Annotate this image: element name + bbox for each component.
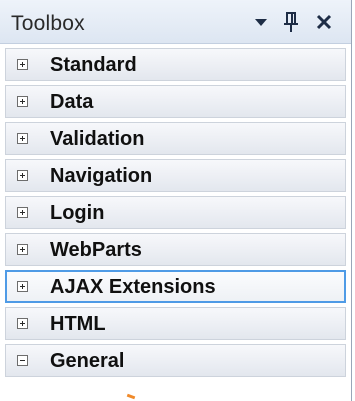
expand-icon[interactable]	[17, 281, 28, 292]
tab-label: Standard	[50, 54, 137, 76]
expand-icon[interactable]	[17, 59, 28, 70]
tab-html[interactable]: HTML	[5, 307, 346, 340]
tab-validation[interactable]: Validation	[5, 122, 346, 155]
tab-login[interactable]: Login	[5, 196, 346, 229]
close-button[interactable]	[311, 8, 337, 36]
tab-label: AJAX Extensions	[50, 276, 216, 298]
cursor-fragment	[126, 393, 136, 400]
pin-icon	[284, 12, 298, 32]
window-position-button[interactable]	[248, 8, 274, 36]
tab-navigation[interactable]: Navigation	[5, 159, 346, 192]
tab-data[interactable]: Data	[5, 85, 346, 118]
toolbox-titlebar[interactable]: Toolbox	[0, 0, 351, 44]
tab-ajax-extensions[interactable]: AJAX Extensions	[5, 270, 346, 303]
tab-webparts[interactable]: WebParts	[5, 233, 346, 266]
close-icon	[316, 14, 332, 30]
toolbox-tab-list: Standard Data Validation Navigation Logi…	[0, 48, 351, 381]
collapse-icon[interactable]	[17, 355, 28, 366]
tab-label: Navigation	[50, 165, 153, 187]
expand-icon[interactable]	[17, 207, 28, 218]
tab-standard[interactable]: Standard	[5, 48, 346, 81]
tab-label: WebParts	[50, 239, 142, 261]
expand-icon[interactable]	[17, 133, 28, 144]
tab-label: HTML	[50, 313, 106, 335]
tab-general[interactable]: General	[5, 344, 346, 377]
expand-icon[interactable]	[17, 170, 28, 181]
tab-label: Validation	[50, 128, 145, 150]
toolbox-title: Toolbox	[11, 12, 85, 35]
auto-hide-button[interactable]	[278, 8, 304, 36]
chevron-down-icon	[255, 19, 267, 26]
tab-label: General	[50, 350, 125, 372]
tab-label: Data	[50, 91, 94, 113]
tab-label: Login	[50, 202, 105, 224]
toolbox-panel: Toolbox Standard Data Validation Navigat…	[0, 0, 352, 401]
expand-icon[interactable]	[17, 318, 28, 329]
expand-icon[interactable]	[17, 244, 28, 255]
expand-icon[interactable]	[17, 96, 28, 107]
